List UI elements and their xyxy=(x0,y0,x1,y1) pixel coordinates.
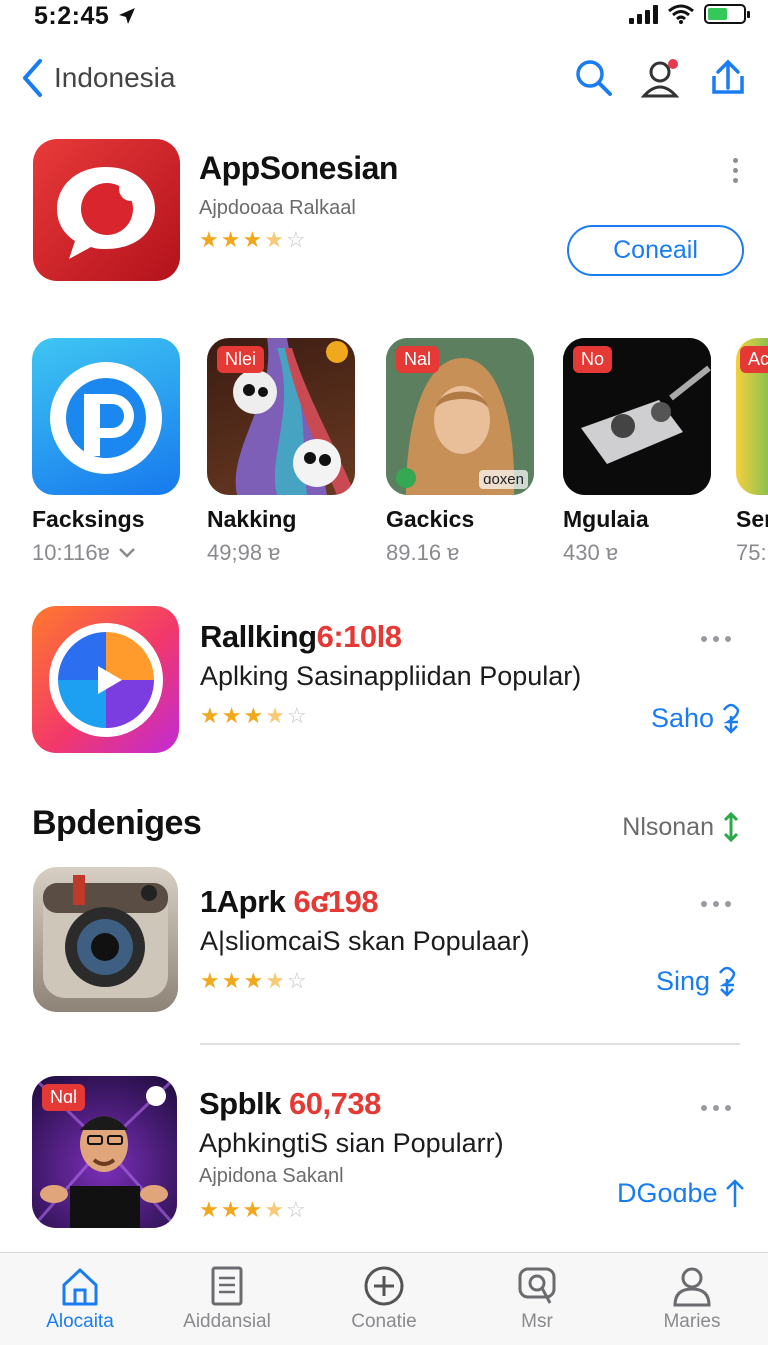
ranking-title: Rallking6:10l8 xyxy=(200,619,402,654)
list-item-more-icon[interactable] xyxy=(701,1105,731,1111)
tab-bar: Alocaita Aiddansial Conatie Msr Maries xyxy=(0,1252,768,1345)
house-icon xyxy=(62,1268,98,1306)
list-item-action-button[interactable]: DGoɑbe xyxy=(617,1177,746,1209)
sort-arrows-icon xyxy=(723,812,739,842)
list-item-action-button[interactable]: Sing xyxy=(656,965,738,997)
list-item-icon[interactable] xyxy=(33,867,178,1012)
back-label: Indonesia xyxy=(54,62,176,93)
featured-rating: ★ ★ ★ ★ ☆ xyxy=(199,227,306,252)
carousel-tile-1[interactable] xyxy=(32,338,180,495)
carousel-tile-4[interactable]: No xyxy=(563,338,711,495)
chevron-left-icon xyxy=(23,59,42,97)
tile-badge: Ac xyxy=(740,346,768,373)
cellular-signal-icon xyxy=(629,4,658,24)
list-item-icon[interactable]: Nɑl xyxy=(32,1076,177,1228)
carousel-tile-3[interactable]: Nal ɑoxen xyxy=(386,338,534,495)
download-arrow-icon xyxy=(719,966,736,997)
tile-name: Ser xyxy=(736,506,768,532)
tile-badge: Nal xyxy=(396,346,440,373)
list-item-subtitle: AphkingtiS sian Popularr) xyxy=(199,1128,504,1158)
tile-meta: 89.16 ɐ xyxy=(386,540,460,565)
tile-meta: 75: xyxy=(736,540,767,565)
list-item-more-icon[interactable] xyxy=(701,901,731,907)
tile-name: Mgulaia xyxy=(563,506,649,532)
tile-name: Facksings xyxy=(32,506,145,532)
list-item-title: Spblk 60,738 xyxy=(199,1086,381,1121)
carousel-tile-5[interactable]: Ac xyxy=(736,338,768,495)
chat-bubble-logo-icon xyxy=(57,167,155,259)
location-arrow-icon xyxy=(118,8,135,24)
search-bubble-icon xyxy=(518,1267,556,1304)
carousel-tile-2[interactable]: Nlei xyxy=(207,338,355,495)
list-item-caption: Ajpidona Sakanl xyxy=(199,1165,344,1187)
featured-more-icon[interactable] xyxy=(733,158,738,183)
tab-profile[interactable]: Maries xyxy=(632,1265,752,1333)
list-item-rating: ★ ★ ★ ★ ☆ xyxy=(200,968,307,993)
share-icon[interactable] xyxy=(710,58,746,98)
tile-name: Nakking xyxy=(207,506,297,532)
section-title: Bpdeniges xyxy=(32,804,202,842)
featured-app-icon[interactable] xyxy=(33,139,180,281)
tile-watermark: ɑoxen xyxy=(479,470,528,489)
chevron-down-icon[interactable] xyxy=(118,547,136,559)
tile-meta: 430 ɐ xyxy=(563,540,619,565)
document-icon xyxy=(211,1266,243,1306)
tile-meta: 49;98 ɐ xyxy=(207,540,281,565)
wifi-icon xyxy=(668,4,694,24)
ranking-app-icon[interactable] xyxy=(32,606,179,753)
ranking-action-button[interactable]: Saho xyxy=(651,702,742,734)
list-item-title: 1Aprk 6ʛ198 xyxy=(200,884,379,919)
tab-home[interactable]: Alocaita xyxy=(20,1265,140,1333)
plus-circle-icon xyxy=(364,1266,404,1306)
ranking-more-icon[interactable] xyxy=(701,636,731,642)
tile-badge: Nɑl xyxy=(42,1084,86,1111)
section-see-all-link[interactable]: Nlsonan xyxy=(622,812,740,842)
tab-messages[interactable]: Msr xyxy=(477,1265,597,1333)
featured-title: AppSonesian xyxy=(199,150,398,186)
p-logo-icon xyxy=(50,362,162,474)
battery-icon xyxy=(704,4,750,24)
featured-get-button[interactable]: Coneail xyxy=(567,225,744,276)
tile-name: Gackics xyxy=(386,506,475,532)
tile-meta: 10:116ɐ xyxy=(32,540,110,565)
status-time: 5:2:45 xyxy=(34,2,137,31)
download-arrow-icon xyxy=(723,703,740,734)
account-icon[interactable] xyxy=(640,58,684,98)
nav-actions xyxy=(574,58,746,98)
person-icon xyxy=(673,1267,711,1307)
status-indicators xyxy=(629,4,750,24)
featured-subtitle: Ajpdooaa Ralkaal xyxy=(199,197,356,219)
tile-badge: Nlei xyxy=(217,346,265,373)
ranking-subtitle: Aplking Sasinappliidan Popular) xyxy=(200,661,582,691)
search-icon[interactable] xyxy=(574,58,614,98)
list-divider xyxy=(200,1043,740,1045)
camera-icon xyxy=(43,875,168,998)
list-item-rating: ★ ★ ★ ★ ☆ xyxy=(199,1197,306,1222)
tab-create[interactable]: Conatie xyxy=(324,1265,444,1333)
tile-meta-row: 10:116ɐ xyxy=(32,540,136,566)
upload-arrow-icon xyxy=(725,1179,744,1207)
tile-badge: No xyxy=(573,346,613,373)
list-item-subtitle: A|sliomcaiS skan Populaar) xyxy=(200,926,530,956)
play-refresh-icon xyxy=(49,623,163,737)
ranking-rating: ★ ★ ★ ★ ☆ xyxy=(200,703,307,728)
tab-documents[interactable]: Aiddansial xyxy=(167,1265,287,1333)
back-button[interactable]: Indonesia xyxy=(20,58,175,98)
